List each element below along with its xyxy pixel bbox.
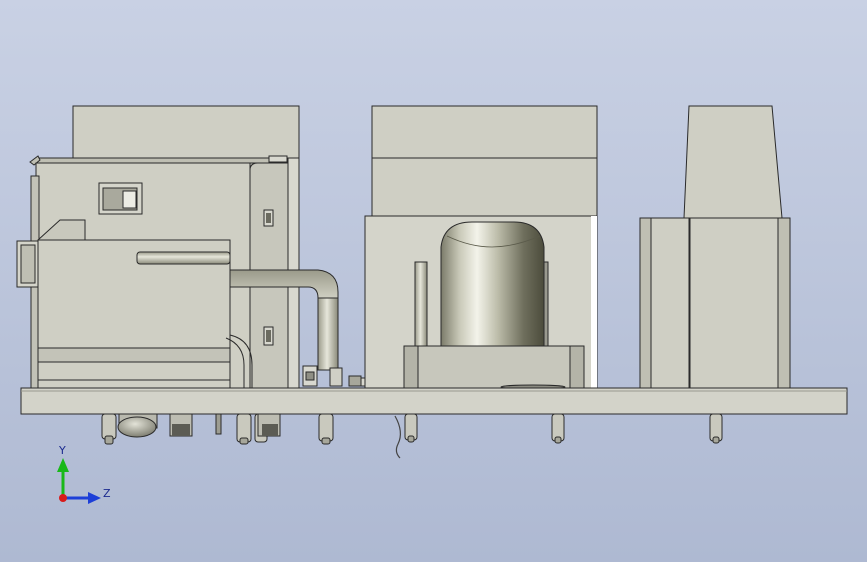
cad-viewport[interactable]: Y Z — [0, 0, 867, 562]
pcb-assembly-model — [16, 105, 848, 459]
right-housing — [639, 105, 791, 389]
left-housing — [16, 105, 300, 389]
orientation-triad: Y Z — [57, 444, 111, 504]
y-axis-label: Y — [58, 444, 66, 457]
through-hole-pins — [101, 413, 723, 459]
triad-origin-icon — [59, 494, 67, 502]
z-axis-arrow-icon — [88, 492, 101, 504]
middle-housing — [364, 105, 598, 390]
z-axis-label: Z — [103, 487, 111, 500]
pcb-board — [20, 387, 848, 415]
y-axis-arrow-icon — [57, 458, 69, 472]
